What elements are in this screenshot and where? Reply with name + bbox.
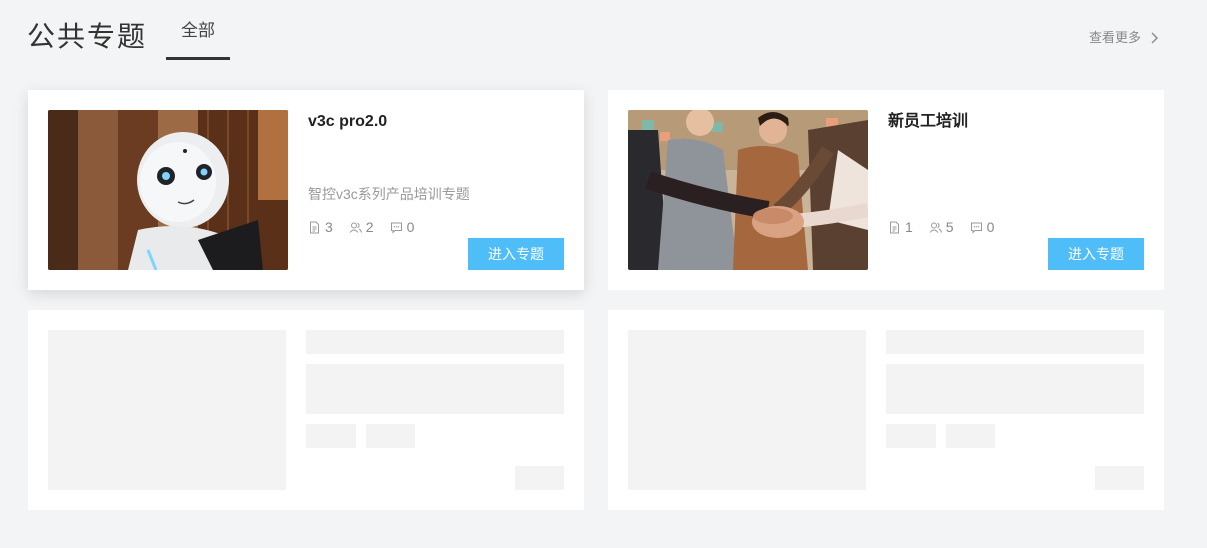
topic-description: 智控v3c系列产品培训专题 — [308, 186, 470, 202]
skeleton-stat — [366, 424, 415, 448]
comment-icon — [970, 222, 982, 234]
see-more-link[interactable]: 查看更多 — [1089, 28, 1159, 48]
member-count: 5 — [929, 217, 954, 237]
document-count-value: 1 — [905, 219, 913, 235]
skeleton-button — [1095, 466, 1144, 490]
skeleton-thumbnail — [628, 330, 866, 490]
member-count-value: 2 — [365, 219, 374, 235]
topic-title: v3c pro2.0 — [308, 113, 388, 130]
page-header: 公共专题 全部 查看更多 — [0, 0, 1207, 70]
page-title: 公共专题 — [27, 21, 148, 52]
document-icon — [310, 221, 319, 233]
skeleton-card — [28, 310, 584, 510]
robot-photo — [48, 110, 288, 270]
topic-stats: 3 2 0 — [308, 217, 414, 237]
skeleton-description — [886, 364, 1144, 414]
see-more-label: 查看更多 — [1089, 30, 1142, 45]
chevron-right-icon — [1151, 32, 1159, 44]
skeleton-thumbnail — [48, 330, 286, 490]
topic-card[interactable]: v3c pro2.0 智控v3c系列产品培训专题 3 2 0 进入专题 — [28, 90, 584, 290]
document-count-value: 3 — [325, 219, 333, 235]
member-count-value: 5 — [945, 219, 954, 235]
comment-count: 0 — [970, 217, 995, 237]
tab-all[interactable]: 全部 — [166, 16, 230, 60]
members-icon — [349, 222, 362, 233]
team-hands-photo — [628, 110, 868, 270]
comment-count-value: 0 — [986, 219, 995, 235]
comment-count-value: 0 — [406, 219, 415, 235]
comment-count: 0 — [390, 217, 415, 237]
document-icon — [890, 221, 899, 233]
member-count: 2 — [349, 217, 374, 237]
skeleton-description — [306, 364, 564, 414]
members-icon — [929, 222, 942, 233]
comment-icon — [390, 222, 402, 234]
skeleton-stat — [886, 424, 936, 448]
skeleton-title — [306, 330, 564, 354]
enter-topic-button[interactable]: 进入专题 — [468, 238, 564, 270]
topic-thumbnail-robot[interactable] — [48, 110, 288, 270]
skeleton-card — [608, 310, 1164, 510]
skeleton-title — [886, 330, 1144, 354]
document-count: 3 — [308, 217, 333, 237]
topic-thumbnail-team[interactable] — [628, 110, 868, 270]
skeleton-stat — [306, 424, 356, 448]
topic-stats: 1 5 0 — [888, 217, 994, 237]
topic-title: 新员工培训 — [888, 113, 969, 130]
topic-card[interactable]: 新员工培训 1 5 0 进入专题 — [608, 90, 1164, 290]
enter-topic-button[interactable]: 进入专题 — [1048, 238, 1144, 270]
skeleton-stat — [946, 424, 995, 448]
skeleton-button — [515, 466, 564, 490]
document-count: 1 — [888, 217, 913, 237]
